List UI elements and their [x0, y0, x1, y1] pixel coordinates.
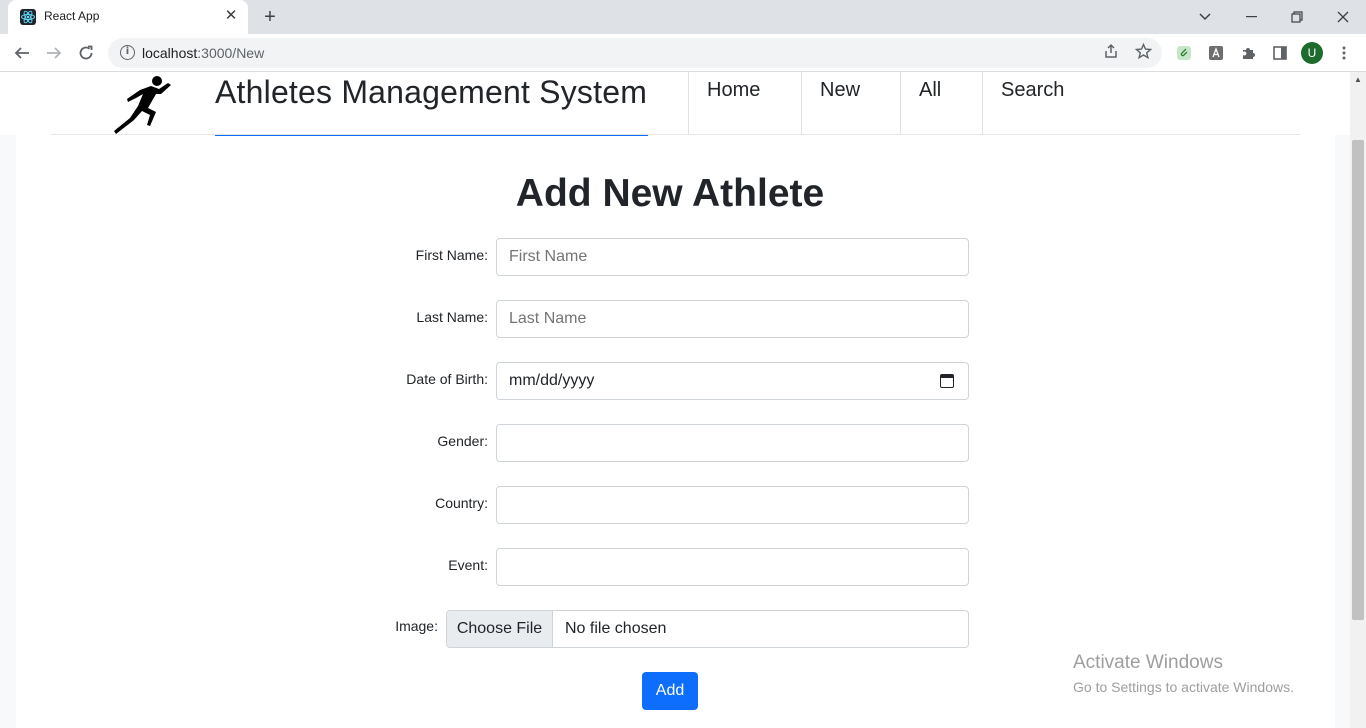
- gender-label: Gender:: [437, 433, 488, 449]
- new-tab-button[interactable]: +: [258, 5, 282, 29]
- form-heading: Add New Athlete: [515, 172, 825, 215]
- calendar-icon[interactable]: [940, 374, 954, 388]
- nav-search[interactable]: Search: [982, 72, 1082, 134]
- browser-tab-strip: React App ✕ +: [0, 0, 1366, 34]
- address-bar[interactable]: i localhost:3000/New: [108, 38, 1162, 68]
- first-name-input[interactable]: [496, 238, 969, 276]
- react-favicon-icon: [20, 9, 36, 25]
- file-status: No file chosen: [565, 620, 667, 637]
- puzzle-extensions-icon[interactable]: [1238, 43, 1258, 63]
- reload-icon[interactable]: [72, 39, 100, 67]
- tab-close-icon[interactable]: ✕: [222, 7, 240, 25]
- event-label: Event:: [448, 557, 488, 573]
- paperclip-extension-icon[interactable]: [1174, 43, 1194, 63]
- last-name-row: Last Name:: [0, 300, 1350, 338]
- add-button[interactable]: Add: [642, 672, 698, 710]
- side-panel-icon[interactable]: [1270, 43, 1290, 63]
- scroll-up-arrow-icon[interactable]: ▲: [1354, 75, 1362, 84]
- bookmark-star-icon[interactable]: [1133, 42, 1153, 63]
- choose-file-button[interactable]: Choose File: [447, 611, 553, 647]
- minimize-icon[interactable]: [1228, 0, 1274, 34]
- first-name-label: First Name:: [415, 247, 488, 263]
- country-row: Country:: [0, 486, 1350, 524]
- close-window-icon[interactable]: [1320, 0, 1366, 34]
- back-arrow-icon[interactable]: [8, 39, 36, 67]
- gender-input[interactable]: [496, 424, 969, 462]
- event-row: Event:: [0, 548, 1350, 586]
- watermark-subtitle: Go to Settings to activate Windows.: [1073, 679, 1294, 695]
- date-placeholder: mm/dd/yyyy: [509, 372, 595, 389]
- app-title[interactable]: Athletes Management System: [215, 74, 647, 111]
- date-of-birth-input[interactable]: mm/dd/yyyy: [496, 362, 969, 400]
- country-input[interactable]: [496, 486, 969, 524]
- windows-activation-watermark: Activate Windows Go to Settings to activ…: [1073, 652, 1294, 695]
- scroll-thumb[interactable]: [1352, 140, 1364, 620]
- kebab-menu-icon[interactable]: [1334, 43, 1354, 63]
- image-file-input[interactable]: Choose File No file chosen: [446, 610, 969, 648]
- first-name-row: First Name:: [0, 238, 1350, 276]
- event-input[interactable]: [496, 548, 969, 586]
- nav-all[interactable]: All: [900, 72, 983, 134]
- profile-avatar[interactable]: U: [1301, 42, 1323, 64]
- image-label: Image:: [395, 618, 438, 634]
- page-scrollbar[interactable]: ▲: [1350, 72, 1366, 728]
- date-of-birth-label: Date of Birth:: [406, 371, 488, 387]
- nav-home[interactable]: Home: [688, 72, 802, 134]
- header-divider: [50, 134, 1300, 135]
- sprinter-logo-icon[interactable]: [112, 74, 174, 136]
- site-header: Athletes Management System Home New All …: [0, 72, 1350, 136]
- restore-icon[interactable]: [1274, 0, 1320, 34]
- last-name-input[interactable]: [496, 300, 969, 338]
- browser-toolbar: i localhost:3000/New U: [0, 34, 1366, 72]
- tab-title: React App: [44, 9, 100, 23]
- nav-new[interactable]: New: [801, 72, 901, 134]
- gender-row: Gender:: [0, 424, 1350, 462]
- watermark-title: Activate Windows: [1073, 652, 1223, 673]
- site-info-icon[interactable]: i: [120, 45, 135, 60]
- forward-arrow-icon[interactable]: [40, 39, 68, 67]
- last-name-label: Last Name:: [416, 309, 488, 325]
- font-extension-icon[interactable]: [1206, 43, 1226, 63]
- browser-tab[interactable]: React App ✕: [8, 0, 248, 34]
- date-of-birth-row: Date of Birth: mm/dd/yyyy: [0, 362, 1350, 400]
- country-label: Country:: [435, 495, 488, 511]
- page-viewport: Athletes Management System Home New All …: [0, 72, 1350, 728]
- url-text: localhost:3000/New: [142, 45, 265, 61]
- tab-search-chevron-icon[interactable]: [1182, 0, 1228, 34]
- share-icon[interactable]: [1101, 43, 1121, 63]
- image-row: Image: Choose File No file chosen: [0, 610, 1350, 648]
